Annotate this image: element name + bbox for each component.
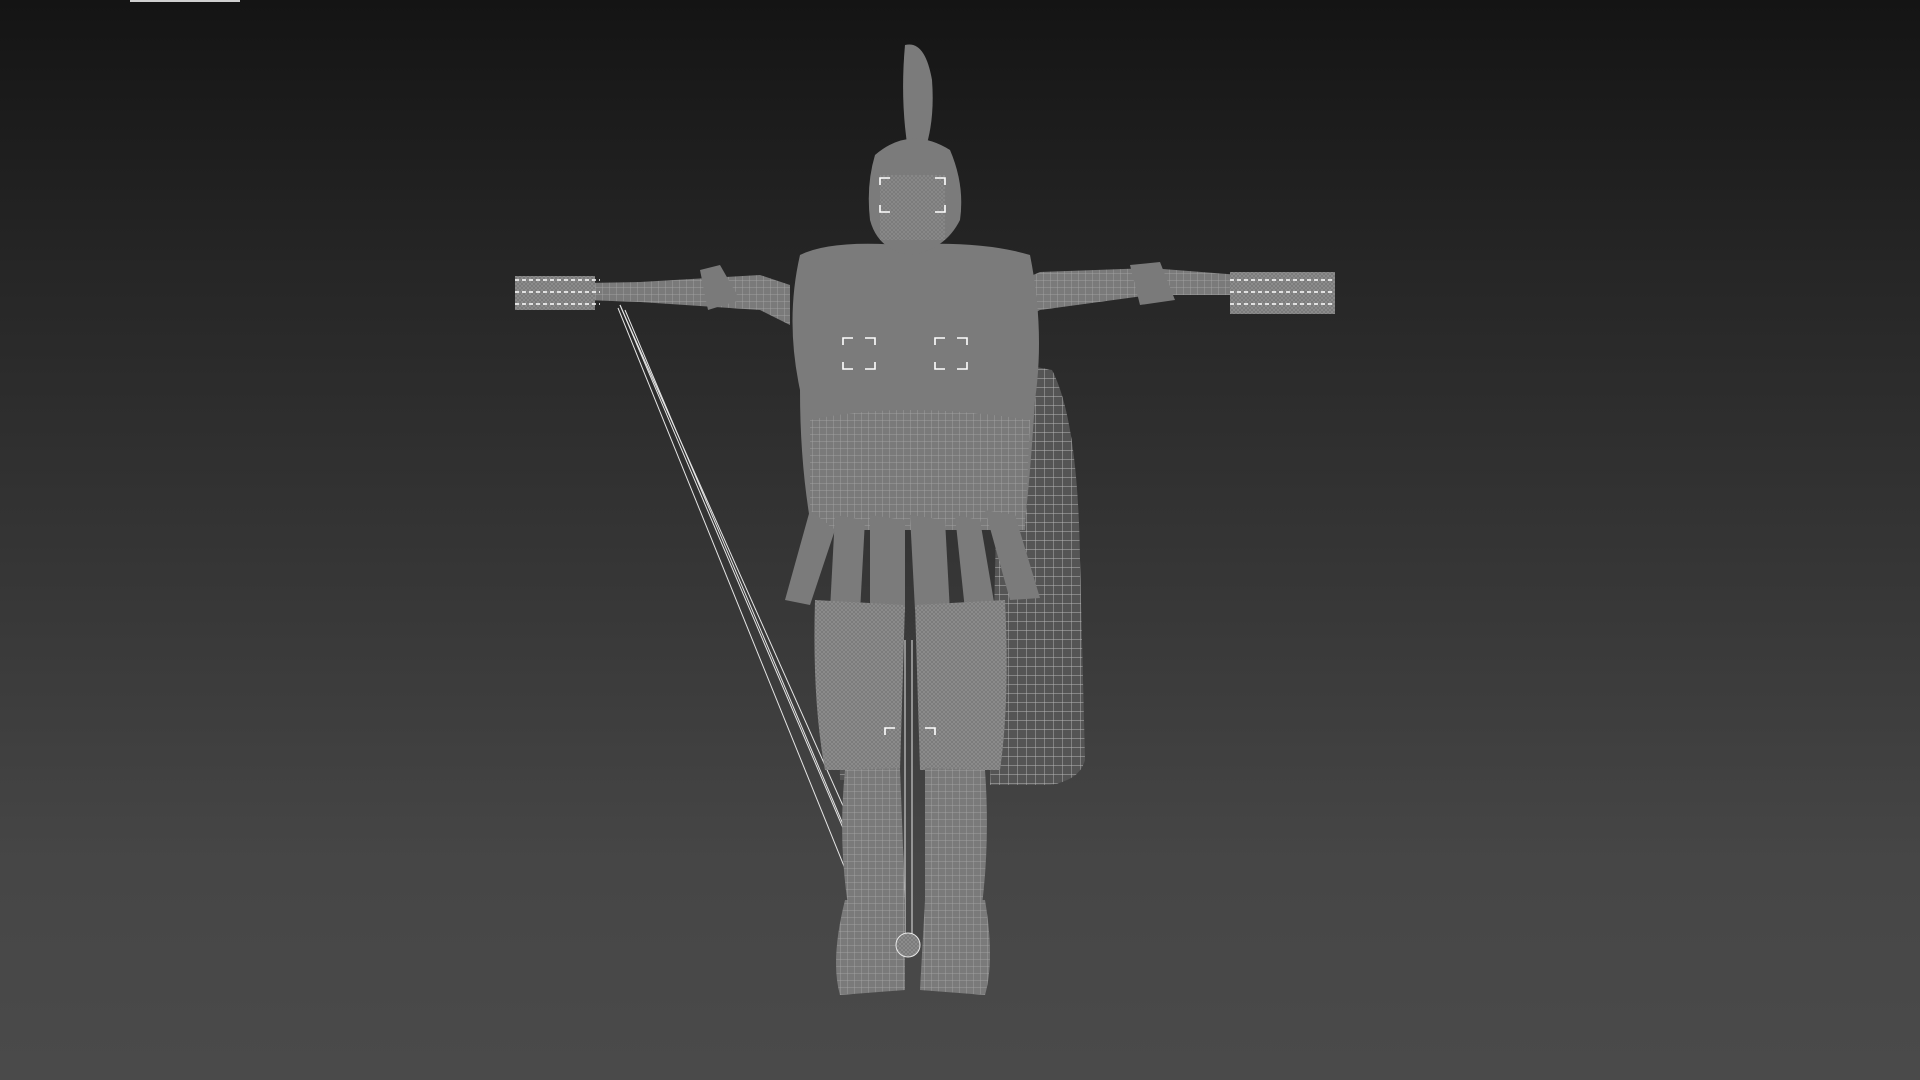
boots-mesh[interactable]	[836, 900, 990, 995]
scene-canvas[interactable]	[0, 0, 1920, 1080]
right-hand-mesh[interactable]	[1230, 272, 1335, 314]
helmet-mesh[interactable]	[868, 44, 962, 255]
3d-viewport[interactable]	[0, 0, 1920, 1080]
greaves-mesh[interactable]	[842, 768, 987, 905]
torso-mesh[interactable]	[792, 243, 1040, 530]
legs-mesh[interactable]	[814, 600, 1007, 770]
left-hand-mesh[interactable]	[515, 276, 600, 310]
